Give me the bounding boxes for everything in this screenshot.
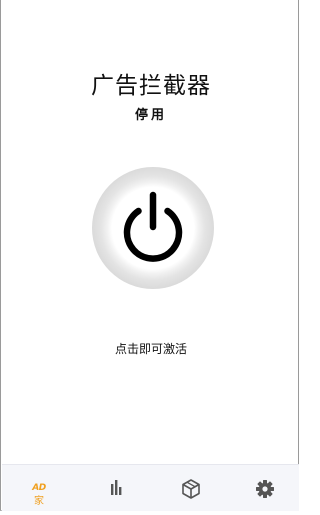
app-frame: 广告拦截器 停用 点击即可激活 AD 家 [0,0,299,511]
power-icon [123,191,183,262]
package-box-icon [182,479,200,499]
bottom-nav: AD 家 [2,464,299,511]
status-label: 停用 [134,108,167,123]
activate-hint: 点击即可激活 [114,342,187,356]
page-title: 广告拦截器 [91,73,211,99]
gear-icon [256,480,274,498]
tab-home[interactable]: AD 家 [2,465,76,511]
power-button[interactable] [92,167,214,289]
tab-stats[interactable] [79,465,153,511]
tab-home-label: 家 [34,496,44,507]
tab-settings[interactable] [228,465,302,511]
tab-packages[interactable] [154,465,228,511]
bar-chart-icon [111,480,122,495]
